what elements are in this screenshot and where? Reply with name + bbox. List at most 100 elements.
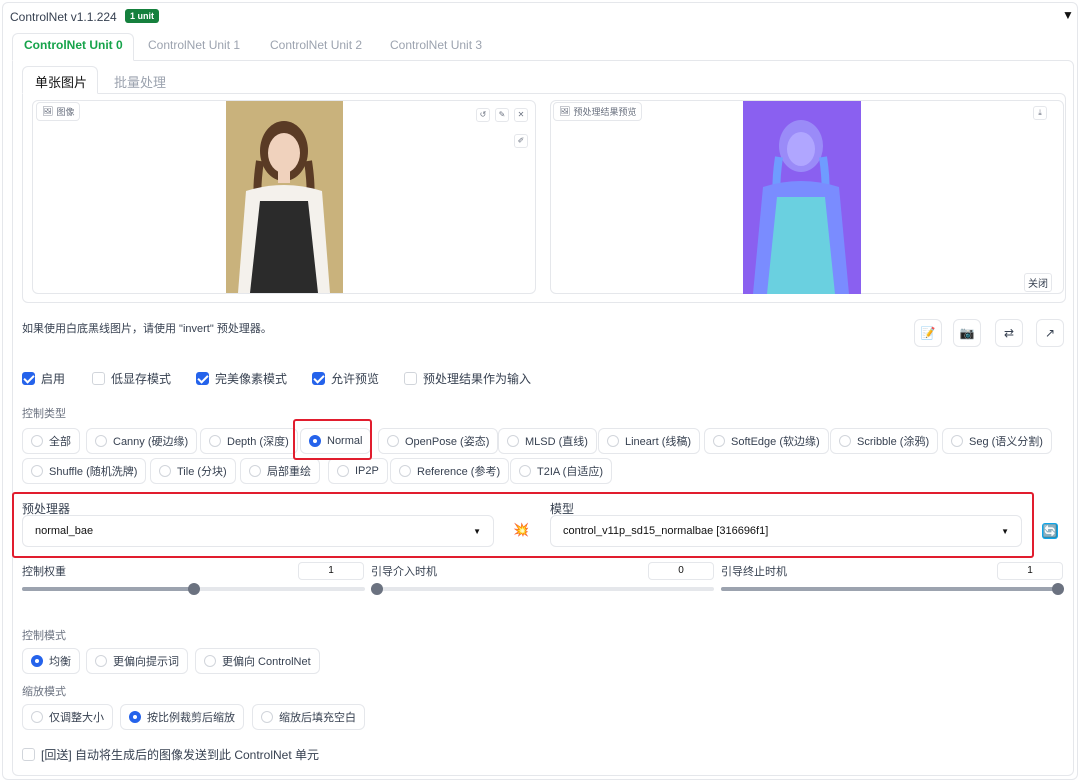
panel-title: ControlNet v1.1.224: [10, 10, 117, 24]
radio-icon[interactable]: [387, 435, 399, 447]
checkbox-icon[interactable]: [92, 372, 105, 385]
radio-label: 更偏向 ControlNet: [222, 656, 311, 668]
tab-unit-3[interactable]: ControlNet Unit 3: [390, 38, 482, 52]
radio-label: T2IA (自适应): [537, 466, 604, 478]
radio-control-type-all[interactable]: 全部: [22, 428, 80, 454]
radio-resize-just-resize[interactable]: 仅调整大小: [22, 704, 113, 730]
tab-unit-0[interactable]: ControlNet Unit 0: [24, 38, 123, 52]
tab-unit-1[interactable]: ControlNet Unit 1: [148, 38, 240, 52]
radio-label: Lineart (线稿): [625, 436, 692, 448]
checkbox-icon[interactable]: [22, 372, 35, 385]
radio-resize-crop-and-resize[interactable]: 按比例裁剪后缩放: [120, 704, 244, 730]
checkbox-allow-preview[interactable]: 允许预览: [312, 370, 379, 387]
radio-icon[interactable]: [159, 465, 171, 477]
radio-icon[interactable]: [209, 435, 221, 447]
highlight-box-normal: [293, 419, 372, 460]
radio-control-mode-controlnet[interactable]: 更偏向 ControlNet: [195, 648, 320, 674]
guidance-end-label: 引导终止时机: [721, 566, 787, 578]
radio-icon[interactable]: [713, 435, 725, 447]
close-icon[interactable]: ✕: [514, 108, 528, 122]
control-weight-slider[interactable]: [22, 583, 365, 595]
radio-icon[interactable]: [31, 465, 43, 477]
radio-icon[interactable]: [951, 435, 963, 447]
radio-label: Seg (语义分割): [969, 436, 1043, 448]
radio-label: IP2P: [355, 465, 379, 477]
swap-dimensions-icon[interactable]: ⇄: [995, 319, 1023, 347]
radio-icon[interactable]: [249, 465, 261, 477]
radio-icon[interactable]: [519, 465, 531, 477]
brush-icon[interactable]: ✐: [514, 134, 528, 148]
control-type-label: 控制类型: [22, 408, 66, 420]
checkbox-label: [回送] 自动将生成后的图像发送到此 ControlNet 单元: [41, 748, 320, 762]
checkbox-icon[interactable]: [404, 372, 417, 385]
guidance-start-slider[interactable]: [371, 583, 714, 595]
radio-icon[interactable]: [607, 435, 619, 447]
radio-control-type-t2ia[interactable]: T2IA (自适应): [510, 458, 613, 484]
radio-control-type-scribble[interactable]: Scribble (涂鸦): [830, 428, 939, 454]
checkbox-icon[interactable]: [312, 372, 325, 385]
radio-control-type-inpaint[interactable]: 局部重绘: [240, 458, 320, 484]
radio-icon[interactable]: [95, 435, 107, 447]
radio-control-type-ip2p[interactable]: IP2P: [328, 458, 388, 484]
open-editor-icon[interactable]: 📝: [914, 319, 942, 347]
tab-batch[interactable]: 批量处理: [114, 72, 166, 91]
radio-resize-and-fill[interactable]: 缩放后填充空白: [252, 704, 365, 730]
radio-control-type-seg[interactable]: Seg (语义分割): [942, 428, 1052, 454]
checkbox-loopback[interactable]: [回送] 自动将生成后的图像发送到此 ControlNet 单元: [22, 746, 319, 763]
radio-icon[interactable]: [507, 435, 519, 447]
guidance-end-slider[interactable]: [721, 583, 1064, 595]
radio-label: 仅调整大小: [49, 712, 104, 724]
refresh-models-icon[interactable]: 🔄: [1042, 523, 1058, 539]
edit-icon[interactable]: ✎: [495, 108, 509, 122]
preview-close-button[interactable]: 关闭: [1024, 273, 1052, 292]
radio-label: 缩放后填充空白: [279, 712, 356, 724]
radio-control-type-depth[interactable]: Depth (深度): [200, 428, 298, 454]
radio-icon[interactable]: [204, 655, 216, 667]
slider-thumb[interactable]: [1052, 583, 1064, 595]
send-dimensions-icon[interactable]: ↗: [1036, 319, 1064, 347]
checkbox-pixel-perfect[interactable]: 完美像素模式: [196, 370, 287, 387]
radio-label: SoftEdge (软边缘): [731, 436, 820, 448]
checkbox-icon[interactable]: [196, 372, 209, 385]
radio-label: 更偏向提示词: [113, 656, 179, 668]
checkbox-preprocessor-as-input[interactable]: 预处理结果作为输入: [404, 370, 531, 387]
checkbox-enable[interactable]: 启用: [22, 370, 65, 387]
radio-control-type-reference[interactable]: Reference (参考): [390, 458, 510, 484]
radio-control-type-lineart[interactable]: Lineart (线稿): [598, 428, 701, 454]
slider-thumb[interactable]: [188, 583, 200, 595]
undo-icon[interactable]: ↺: [476, 108, 490, 122]
collapse-icon[interactable]: ▼: [1062, 8, 1074, 22]
radio-icon[interactable]: [95, 655, 107, 667]
radio-control-type-openpose[interactable]: OpenPose (姿态): [378, 428, 499, 454]
radio-label: Reference (参考): [417, 466, 501, 478]
radio-icon[interactable]: [261, 711, 273, 723]
radio-label: 全部: [49, 436, 71, 448]
guidance-start-input[interactable]: 0: [648, 562, 714, 580]
radio-control-mode-balanced[interactable]: 均衡: [22, 648, 80, 674]
tab-unit-2[interactable]: ControlNet Unit 2: [270, 38, 362, 52]
control-weight-input[interactable]: 1: [298, 562, 364, 580]
radio-control-mode-prompt[interactable]: 更偏向提示词: [86, 648, 188, 674]
radio-control-type-mlsd[interactable]: MLSD (直线): [498, 428, 597, 454]
radio-control-type-shuffle[interactable]: Shuffle (随机洗牌): [22, 458, 147, 484]
radio-icon[interactable]: [31, 435, 43, 447]
radio-icon[interactable]: [31, 711, 43, 723]
checkbox-low-vram[interactable]: 低显存模式: [92, 370, 171, 387]
radio-label: Depth (深度): [227, 436, 289, 448]
radio-label: Shuffle (随机洗牌): [49, 466, 138, 478]
checkbox-icon[interactable]: [22, 748, 35, 761]
highlight-box-preprocessor-model: [12, 492, 1034, 558]
radio-control-type-tile[interactable]: Tile (分块): [150, 458, 236, 484]
camera-icon[interactable]: 📷: [953, 319, 981, 347]
radio-icon[interactable]: [31, 655, 43, 667]
radio-icon[interactable]: [399, 465, 411, 477]
guidance-end-input[interactable]: 1: [997, 562, 1063, 580]
radio-icon[interactable]: [129, 711, 141, 723]
radio-icon[interactable]: [337, 465, 349, 477]
radio-control-type-softedge[interactable]: SoftEdge (软边缘): [704, 428, 829, 454]
download-icon[interactable]: ⤓: [1033, 106, 1047, 120]
radio-control-type-canny[interactable]: Canny (硬边缘): [86, 428, 198, 454]
tab-single-image[interactable]: 单张图片: [35, 72, 87, 91]
slider-thumb[interactable]: [371, 583, 383, 595]
radio-icon[interactable]: [839, 435, 851, 447]
